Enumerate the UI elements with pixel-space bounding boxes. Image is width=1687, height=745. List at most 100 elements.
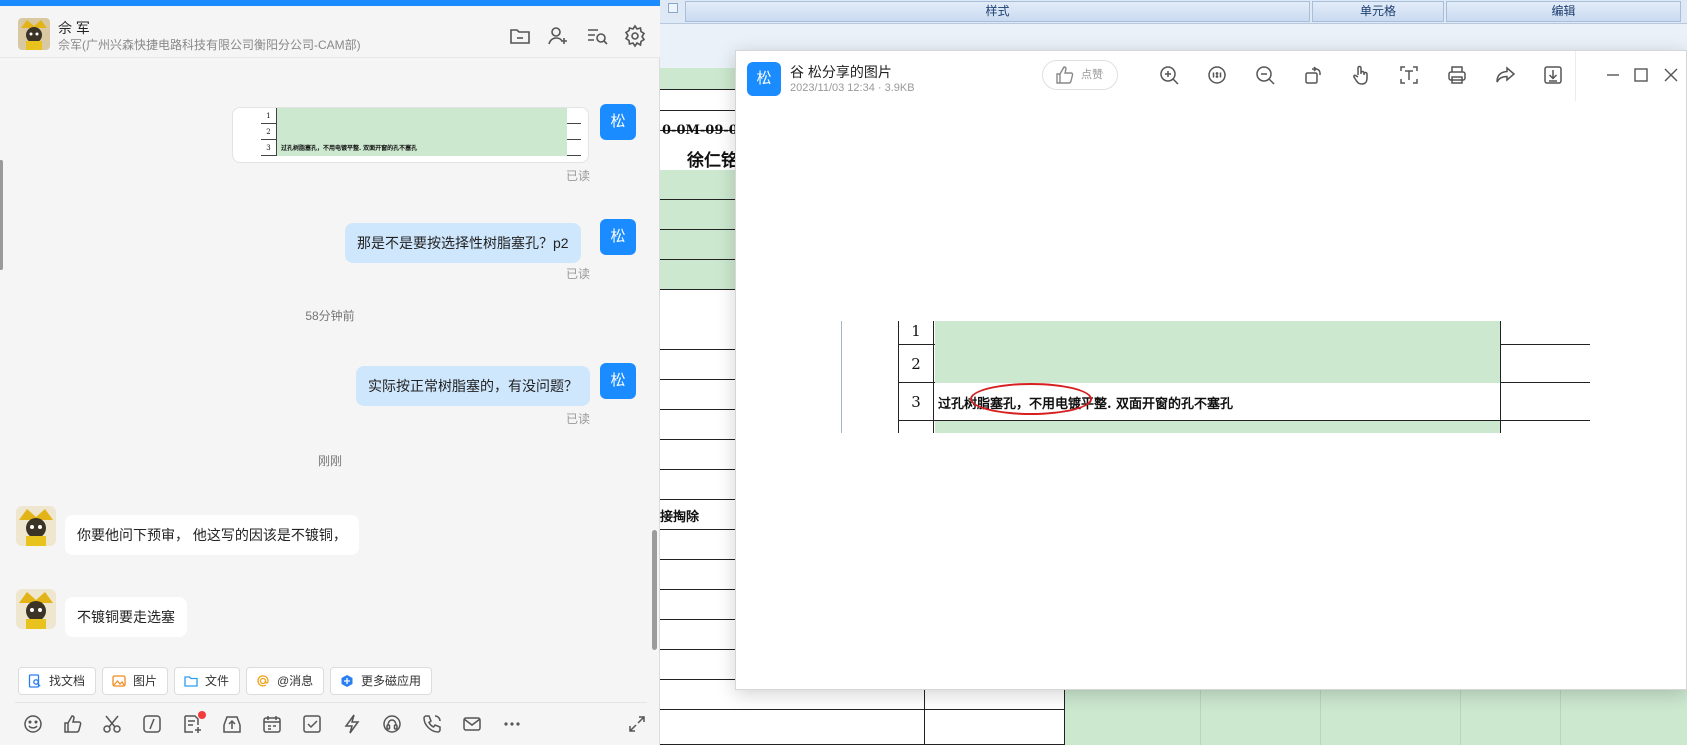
contact-message-bubble[interactable]: 你要他问下预审， 他这写的因该是不镀铜， [65,515,359,555]
search-history-icon[interactable] [585,24,609,48]
sheet-column-line [924,690,925,745]
sheet-column-line [1560,690,1561,745]
viewer-title: 谷 松分享的图片 [790,64,892,80]
upload-icon[interactable] [221,713,243,735]
sheet-column-line [1460,690,1461,745]
image-table-cell [935,345,1500,383]
close-icon[interactable] [1660,64,1682,86]
viewer-image[interactable]: 1 2 3 过孔树脂塞孔，不用电镀平整. 双面开窗的孔不塞孔 [841,321,1590,433]
at-icon [257,675,269,687]
sheet-column-line [1064,690,1065,745]
self-message-bubble[interactable]: 那是不是要按选择性树脂塞孔？p2 [345,223,581,263]
minimize-icon[interactable] [1602,64,1624,86]
like-button[interactable]: 点赞 [1042,60,1118,90]
sidebar-edge-handle[interactable] [0,160,3,270]
contact-message-bubble[interactable]: 不镀铜要走选塞 [65,597,187,637]
rotate-icon[interactable] [1302,64,1324,86]
sheet-column-line [1320,690,1321,745]
thumbnail-row-number: 1 [261,108,277,124]
thumbs-up-icon[interactable] [62,713,84,735]
image-table-cell [935,421,1500,433]
quick-action-find-doc[interactable]: 找文档 [18,667,97,695]
mail-icon[interactable] [461,713,483,735]
read-status: 已读 [566,267,591,281]
image-row-number: 1 [898,321,934,345]
self-avatar[interactable]: 松 [600,104,636,140]
contact-avatar[interactable] [18,18,50,50]
lightning-icon[interactable] [341,713,363,735]
zoom-out-icon[interactable] [1254,64,1276,86]
read-status: 已读 [566,412,591,426]
sheet-cell-name[interactable]: 徐仁铭 [687,146,738,171]
more-icon[interactable] [501,713,523,735]
toolbar-separator [1575,51,1576,101]
notification-badge [198,711,206,719]
image-icon [112,675,126,687]
download-icon[interactable] [1542,64,1564,86]
thumbnail-row: 2 [261,124,581,140]
thumbnail-table: 1 2 3 过孔树脂塞孔，不用电镀平整. 双面开窗的孔不塞孔 [261,108,581,162]
quick-action-label: 图片 [133,674,158,688]
self-avatar[interactable]: 松 [600,219,636,255]
image-row-number [898,421,934,433]
chat-header: 佘 军 佘军(广州兴森快捷电路科技有限公司衡阳分公司-CAM部) [0,6,660,58]
expand-icon[interactable] [626,713,648,735]
image-column-line [1500,421,1501,433]
hand-icon[interactable] [1350,64,1372,86]
ribbon-group-editing[interactable]: 编辑 [1446,1,1681,22]
thumbnail-row: 3 过孔树脂塞孔，不用电镀平整. 双面开窗的孔不塞孔 [261,140,581,156]
ribbon-group-cells[interactable]: 单元格 [1312,1,1444,22]
message-scrollbar[interactable] [652,530,657,650]
task-check-icon[interactable] [301,713,323,735]
audio-call-icon[interactable] [381,713,403,735]
self-message-bubble[interactable]: 实际按正常树脂塞的，有没问题？ [356,366,590,406]
folder-icon[interactable] [508,24,532,48]
scissors-icon[interactable] [101,713,123,735]
sheet-green-cells[interactable] [1065,690,1687,745]
quick-action-image[interactable]: 图片 [102,667,169,695]
emoji-icon[interactable] [22,713,44,735]
quick-action-more-apps[interactable]: 更多磁应用 [330,667,433,695]
image-viewer-window: 松 谷 松分享的图片 2023/11/03 12:34 · 3.9KB 点赞 1 [735,50,1687,690]
quick-action-label: @消息 [277,674,314,688]
contact-name[interactable]: 佘 军 [58,18,90,38]
thumbnail-row-text: 过孔树脂塞孔，不用电镀平整. 双面开窗的孔不塞孔 [281,145,418,152]
sheet-cell-code[interactable]: 0-0M-09-0 [662,123,738,138]
add-user-icon[interactable] [546,24,570,48]
contact-org: 佘军(广州兴森快捷电路科技有限公司衡阳分公司-CAM部) [58,38,361,52]
sharer-avatar[interactable]: 松 [747,62,781,96]
quick-action-bar: 找文档 图片 文件 @消息 更多磁应用 [0,663,660,697]
message-list[interactable]: 1 2 3 过孔树脂塞孔，不用电镀平整. 双面开窗的孔不塞孔 松 已读 那是不是… [0,59,660,659]
slash-command-icon[interactable] [141,713,163,735]
phone-icon[interactable] [421,713,443,735]
thumbnail-cell [277,108,567,124]
read-status: 已读 [566,169,591,183]
actual-size-icon[interactable] [1206,64,1228,86]
image-row-number: 3 [898,383,934,421]
sheet-cell-label[interactable]: 接掏除 [660,506,699,525]
gear-icon[interactable] [623,24,647,48]
contact-avatar[interactable] [16,506,56,546]
thumbs-up-icon [1056,66,1074,84]
zoom-in-icon[interactable] [1158,64,1180,86]
image-message-thumbnail[interactable]: 1 2 3 过孔树脂塞孔，不用电镀平整. 双面开窗的孔不塞孔 [232,107,589,163]
self-avatar[interactable]: 松 [600,363,636,399]
folder-icon [184,676,198,687]
ribbon-launcher-icon[interactable] [668,3,678,13]
text-recognition-icon[interactable] [1398,64,1420,86]
quick-action-label: 更多磁应用 [361,674,422,688]
ribbon-group-styles[interactable]: 样式 [685,1,1310,22]
calendar-icon[interactable] [261,713,283,735]
image-table-row: 2 [898,345,1590,383]
share-icon[interactable] [1494,64,1516,86]
print-icon[interactable] [1446,64,1468,86]
image-table-cell [935,321,1500,345]
chat-window: 佘 军 佘军(广州兴森快捷电路科技有限公司衡阳分公司-CAM部) 1 2 3 过… [0,0,660,745]
quick-action-at-message[interactable]: @消息 [246,667,325,695]
image-table-row [898,421,1590,433]
contact-avatar[interactable] [16,589,56,629]
quick-action-label: 文件 [205,674,230,688]
maximize-icon[interactable] [1630,64,1652,86]
sheet-column-line [1200,690,1201,745]
quick-action-file[interactable]: 文件 [174,667,241,695]
